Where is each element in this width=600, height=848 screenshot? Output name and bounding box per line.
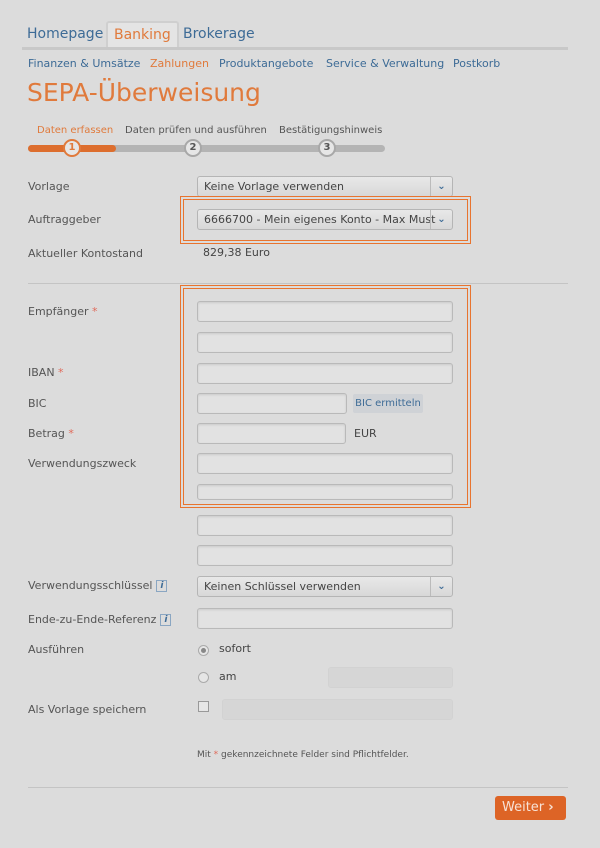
radio-sofort[interactable]	[198, 645, 209, 656]
radio-am[interactable]	[198, 672, 209, 683]
divider	[28, 787, 568, 788]
schluessel-value: Keinen Schlüssel verwenden	[204, 580, 361, 593]
kontostand-value: 829,38 Euro	[203, 246, 270, 259]
page-title: SEPA-Überweisung	[27, 78, 261, 107]
empfaenger-input-2[interactable]	[197, 332, 453, 353]
iban-input[interactable]	[197, 363, 453, 384]
referenz-input[interactable]	[197, 608, 453, 629]
vorlage-value: Keine Vorlage verwenden	[204, 180, 344, 193]
date-input[interactable]	[328, 667, 453, 688]
subnav-zahlungen[interactable]: Zahlungen	[150, 57, 209, 70]
currency-label: EUR	[354, 427, 377, 440]
empfaenger-input-1[interactable]	[197, 301, 453, 322]
chevron-down-icon: ⌄	[430, 577, 452, 596]
step-label-2: Daten prüfen und ausführen	[125, 125, 267, 136]
step-circle-2: 2	[184, 139, 202, 157]
chevron-down-icon: ⌄	[430, 210, 452, 229]
subnav-finanzen[interactable]: Finanzen & Umsätze	[28, 57, 140, 70]
subnav-produktangebote[interactable]: Produktangebote	[219, 57, 313, 70]
tab-homepage[interactable]: Homepage	[27, 26, 103, 42]
betrag-label: Betrag *	[28, 427, 74, 440]
chevron-right-icon: ›	[548, 800, 554, 815]
auftraggeber-label: Auftraggeber	[28, 213, 101, 226]
am-label: am	[219, 670, 237, 683]
sofort-label: sofort	[219, 642, 251, 655]
betrag-input[interactable]	[197, 423, 346, 444]
step-circle-3: 3	[318, 139, 336, 157]
tab-banking[interactable]: Banking	[106, 21, 179, 48]
step-label-3: Bestätigungshinweis	[279, 125, 383, 136]
vorlage-speichern-label: Als Vorlage speichern	[28, 703, 147, 716]
info-icon[interactable]: i	[160, 614, 172, 626]
empfaenger-label: Empfänger *	[28, 305, 98, 318]
auftraggeber-value: 6666700 - Mein eigenes Konto - Max Must	[204, 213, 436, 226]
tab-brokerage[interactable]: Brokerage	[183, 26, 255, 42]
verwendungszweck-input-2[interactable]	[197, 484, 453, 500]
iban-label: IBAN *	[28, 366, 64, 379]
step-label-1: Daten erfassen	[37, 125, 114, 136]
tab-divider	[22, 47, 568, 50]
step-circle-1: 1	[63, 139, 81, 157]
vorlage-name-input[interactable]	[222, 699, 453, 720]
auftraggeber-select[interactable]: 6666700 - Mein eigenes Konto - Max Must ⌄	[197, 209, 453, 230]
required-note: Mit * gekennzeichnete Felder sind Pflich…	[197, 750, 409, 760]
chevron-down-icon: ⌄	[430, 177, 452, 196]
ausfuehren-label: Ausführen	[28, 643, 85, 656]
vorlage-select[interactable]: Keine Vorlage verwenden ⌄	[197, 176, 453, 197]
subnav-service[interactable]: Service & Verwaltung	[326, 57, 444, 70]
info-icon[interactable]: i	[156, 580, 168, 592]
schluessel-label: Verwendungsschlüssel i	[28, 579, 168, 592]
subnav-postkorb[interactable]: Postkorb	[453, 57, 500, 70]
kontostand-label: Aktueller Kontostand	[28, 247, 143, 260]
vorlage-speichern-checkbox[interactable]	[198, 701, 209, 712]
verwendungszweck-input-3[interactable]	[197, 515, 453, 536]
weiter-button[interactable]: Weiter ›	[495, 796, 566, 820]
verwendungszweck-label: Verwendungszweck	[28, 457, 137, 470]
vorlage-label: Vorlage	[28, 180, 70, 193]
referenz-label: Ende-zu-Ende-Referenz i	[28, 613, 172, 626]
verwendungszweck-input-1[interactable]	[197, 453, 453, 474]
schluessel-select[interactable]: Keinen Schlüssel verwenden ⌄	[197, 576, 453, 597]
bic-input[interactable]	[197, 393, 347, 414]
bic-ermitteln-button[interactable]: BIC ermitteln	[353, 394, 423, 413]
divider	[28, 283, 568, 284]
bic-label: BIC	[28, 397, 47, 410]
verwendungszweck-input-4[interactable]	[197, 545, 453, 566]
